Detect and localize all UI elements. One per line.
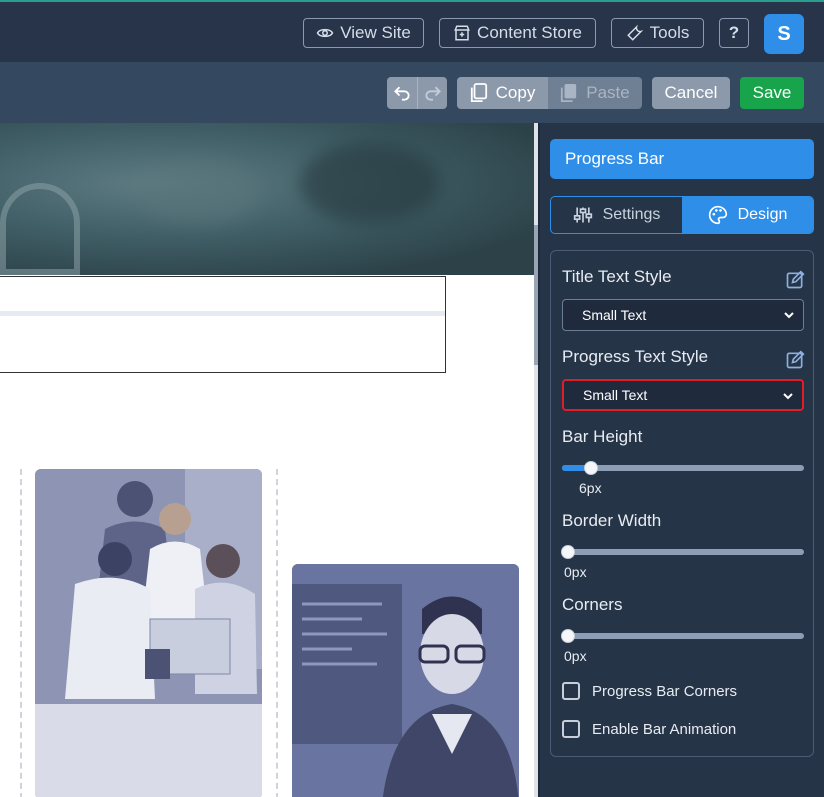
bar-height-label: Bar Height bbox=[562, 427, 643, 446]
corners-label: Corners bbox=[562, 595, 623, 614]
content-store-label: Content Store bbox=[477, 23, 582, 42]
tab-design-label: Design bbox=[737, 206, 788, 223]
corners-slider[interactable] bbox=[561, 629, 804, 643]
redo-icon bbox=[424, 86, 441, 101]
border-width-slider[interactable] bbox=[561, 545, 804, 559]
wrench-icon bbox=[626, 24, 644, 41]
help-label: ? bbox=[728, 23, 740, 42]
progress-bar-track bbox=[0, 311, 445, 316]
cancel-button[interactable]: Cancel bbox=[652, 77, 730, 109]
border-width-label: Border Width bbox=[562, 511, 662, 530]
hero-chair-shape bbox=[0, 183, 80, 275]
bar-height-slider[interactable] bbox=[562, 461, 804, 475]
editor-toolbar: Copy Paste Cancel Save bbox=[0, 62, 824, 123]
copy-paste-group: Copy Paste bbox=[457, 77, 642, 109]
bar-height-slider-handle[interactable] bbox=[584, 461, 598, 475]
enable-bar-animation-label: Enable Bar Animation bbox=[592, 721, 737, 738]
corners-slider-handle[interactable] bbox=[561, 629, 575, 643]
panel-tabs: Settings Design bbox=[550, 196, 814, 234]
progress-text-style-label: Progress Text Style bbox=[562, 347, 709, 366]
copy-icon bbox=[470, 83, 487, 102]
design-settings-section: Title Text Style Small Text Progress Tex… bbox=[550, 250, 814, 757]
team-photo-illustration bbox=[35, 469, 262, 797]
content-store-button[interactable]: Content Store bbox=[439, 18, 596, 48]
cancel-label: Cancel bbox=[664, 83, 718, 102]
tab-settings[interactable]: Settings bbox=[551, 197, 682, 233]
title-text-style-value: Small Text bbox=[582, 307, 647, 323]
top-bar: View Site Content Store Tools ? S bbox=[0, 0, 824, 62]
hero-blur-shape bbox=[140, 163, 260, 223]
save-button[interactable]: Save bbox=[740, 77, 804, 109]
help-button[interactable]: ? bbox=[719, 18, 749, 48]
view-site-label: View Site bbox=[340, 23, 411, 42]
save-label: Save bbox=[752, 83, 792, 102]
panel-title-text: Progress Bar bbox=[565, 149, 665, 168]
bar-height-slider-fill bbox=[562, 465, 586, 471]
paste-label: Paste bbox=[586, 83, 630, 102]
corners-value: 0px bbox=[564, 648, 587, 664]
view-site-button[interactable]: View Site bbox=[303, 18, 424, 48]
tab-settings-label: Settings bbox=[602, 206, 661, 223]
store-icon bbox=[454, 25, 470, 41]
title-text-style-label: Title Text Style bbox=[562, 267, 672, 286]
avatar-initial: S bbox=[777, 22, 791, 45]
tab-design[interactable]: Design bbox=[682, 197, 813, 233]
title-text-style-select[interactable]: Small Text bbox=[562, 299, 804, 331]
redo-button[interactable] bbox=[417, 77, 447, 109]
column-guide bbox=[20, 469, 22, 797]
progress-bar-corners-checkbox[interactable] bbox=[562, 682, 580, 700]
undo-redo-group bbox=[387, 77, 447, 109]
panel-title: Progress Bar bbox=[550, 139, 814, 179]
border-width-slider-handle[interactable] bbox=[561, 545, 575, 559]
column-guide bbox=[276, 469, 278, 797]
edit-icon[interactable] bbox=[785, 350, 805, 370]
undo-button[interactable] bbox=[387, 77, 417, 109]
border-width-value: 0px bbox=[564, 564, 587, 580]
copy-label: Copy bbox=[495, 83, 536, 102]
chevron-down-icon bbox=[783, 393, 793, 400]
portrait-photo-image[interactable] bbox=[292, 564, 519, 797]
edit-icon[interactable] bbox=[785, 270, 805, 290]
undo-icon bbox=[394, 86, 410, 101]
team-photo-image[interactable] bbox=[35, 469, 262, 797]
palette-icon bbox=[708, 205, 727, 225]
eye-icon bbox=[316, 28, 334, 38]
portrait-illustration bbox=[292, 564, 519, 797]
hero-blur-shape bbox=[300, 143, 440, 223]
chevron-down-icon bbox=[784, 312, 794, 319]
avatar[interactable]: S bbox=[764, 14, 804, 54]
progress-text-style-value: Small Text bbox=[583, 387, 648, 403]
copy-button[interactable]: Copy bbox=[457, 77, 548, 109]
enable-bar-animation-checkbox[interactable] bbox=[562, 720, 580, 738]
properties-panel: Progress Bar Settings Design Title Text … bbox=[540, 123, 824, 797]
progress-bar-block[interactable] bbox=[0, 276, 446, 373]
hero-image[interactable] bbox=[0, 123, 536, 275]
progress-text-style-select[interactable]: Small Text bbox=[562, 379, 804, 411]
paste-icon bbox=[561, 84, 577, 102]
progress-bar-corners-label: Progress Bar Corners bbox=[592, 683, 738, 700]
paste-button[interactable]: Paste bbox=[548, 77, 642, 109]
sliders-icon bbox=[573, 207, 592, 223]
tools-button[interactable]: Tools bbox=[611, 18, 704, 48]
bar-height-value: 6px bbox=[579, 480, 602, 496]
page-canvas[interactable] bbox=[0, 123, 536, 797]
tools-label: Tools bbox=[649, 23, 690, 42]
